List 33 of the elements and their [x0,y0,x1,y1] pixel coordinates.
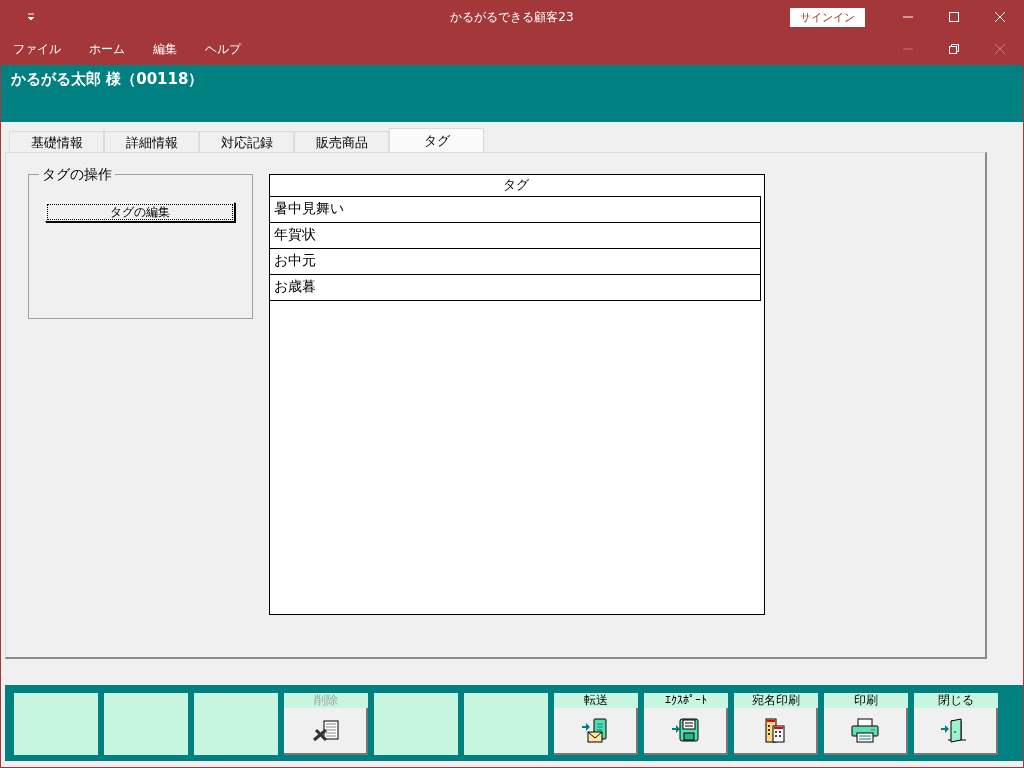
toolbar-button[interactable]: ｴｸｽﾎﾟｰﾄ [644,693,728,755]
delete-document-icon [310,718,340,743]
menu-item[interactable]: ファイル [3,40,71,58]
tab[interactable]: 基礎情報 [9,131,104,152]
menu-item[interactable]: ヘルプ [195,40,251,58]
close-icon [995,12,1005,22]
restore-icon [949,44,959,54]
edit-tags-button[interactable]: タグの編集 [45,202,235,222]
tab[interactable]: タグ [389,128,484,152]
table-cell[interactable]: お歳暮 [270,275,761,301]
toolbar-button[interactable]: 印刷 [824,693,908,755]
toolbar-button[interactable]: 転送 [554,693,638,755]
customer-name: かるがる太郎 様（00118） [11,70,204,88]
close-icon [995,44,1005,54]
phone-and-envelope-icon [580,718,610,743]
table-cell[interactable]: 年賀状 [270,223,761,249]
tab[interactable]: 販売商品 [294,131,389,152]
table-cell[interactable]: 暑中見舞い [270,197,761,223]
table-cell[interactable]: お中元 [270,249,761,275]
column-header: タグ [270,175,761,197]
tab[interactable]: 詳細情報 [104,131,199,152]
toolbar-button[interactable]: 閉じる [914,693,998,755]
sign-in-button[interactable]: サインイン [790,7,865,27]
menu-item[interactable]: ホーム [79,40,135,58]
printer-icon [850,718,880,743]
menu-item[interactable]: 編集 [143,40,187,58]
quick-access-icon[interactable] [27,13,35,21]
tab[interactable]: 対応記録 [199,131,294,152]
group-legend: タグの操作 [39,166,115,184]
toolbar-button[interactable]: 宛名印刷 [734,693,818,755]
window-title: かるがるできる顧客23 [450,8,574,26]
floppy-disk-icon [670,718,700,743]
maximize-icon [949,12,959,22]
